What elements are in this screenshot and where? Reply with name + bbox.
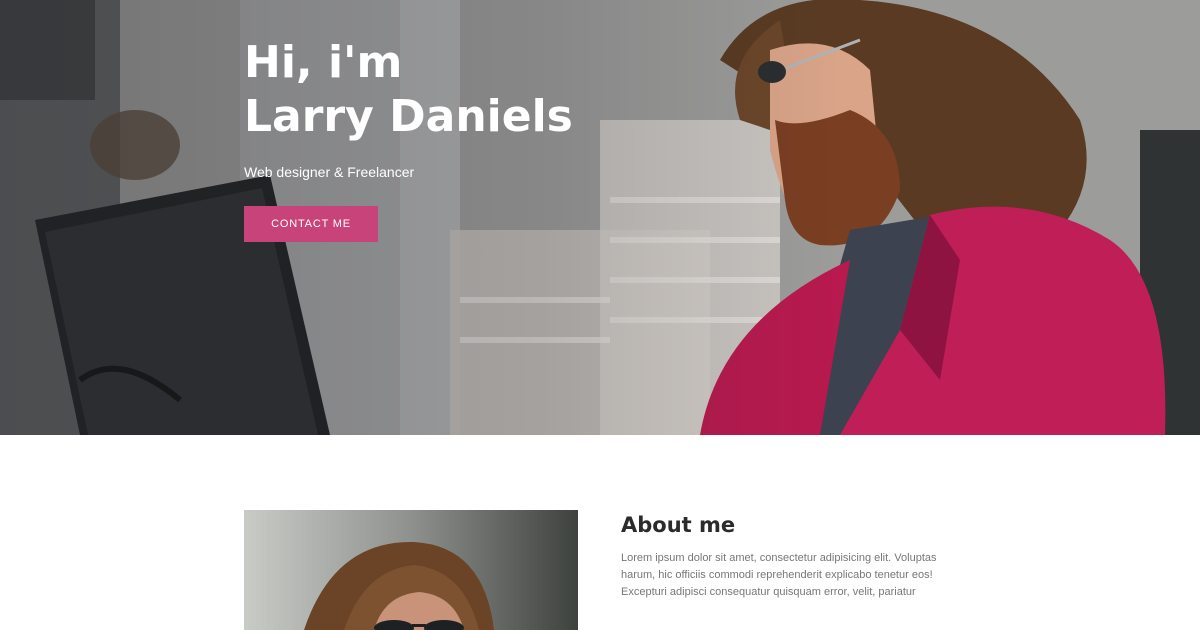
- hero-title: Hi, i'm Larry Daniels: [244, 36, 764, 144]
- about-description: Lorem ipsum dolor sit amet, consectetur …: [621, 552, 937, 598]
- hero-section: Hi, i'm Larry Daniels Web designer & Fre…: [0, 0, 1200, 435]
- portrait-image: [244, 510, 578, 630]
- about-photo: [244, 510, 578, 630]
- contact-me-button[interactable]: CONTACT ME: [244, 206, 378, 242]
- hero-title-line-1: Hi, i'm: [244, 37, 403, 88]
- hero-title-line-2: Larry Daniels: [244, 91, 573, 142]
- hero-subtitle: Web designer & Freelancer: [244, 164, 415, 180]
- about-title: About me: [621, 513, 736, 537]
